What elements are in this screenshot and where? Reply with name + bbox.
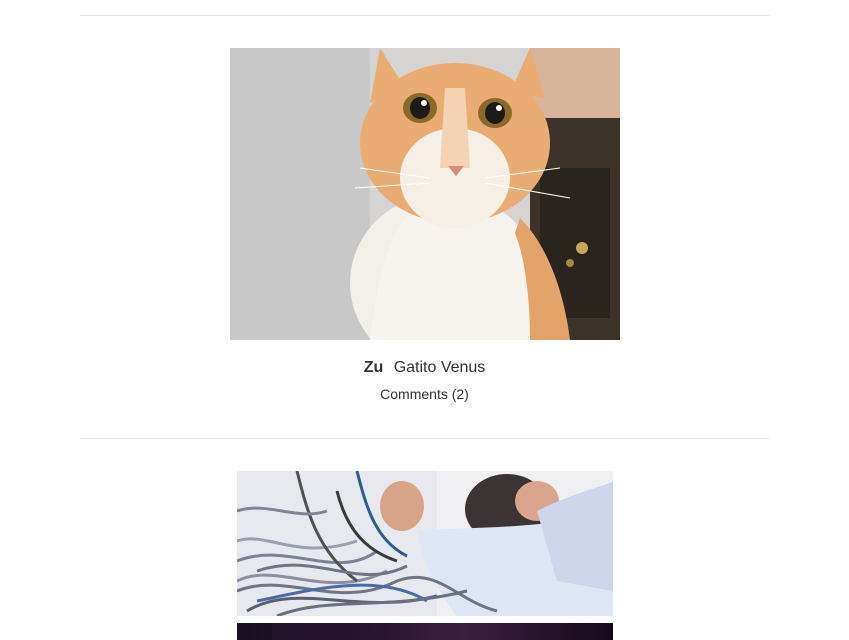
- post-title[interactable]: Gatito Venus: [394, 359, 486, 376]
- post-comments: Comments (2): [0, 384, 849, 404]
- post-divider: [80, 15, 770, 16]
- post-author[interactable]: Zu: [364, 359, 384, 376]
- cables-photo-art: [237, 471, 613, 616]
- post-image[interactable]: [237, 471, 613, 616]
- post-image[interactable]: [230, 48, 620, 340]
- comments-link[interactable]: Comments (2): [380, 386, 469, 402]
- post-divider: [80, 438, 770, 439]
- cat-photo-art: [230, 48, 620, 340]
- post-image[interactable]: [237, 623, 613, 640]
- post-caption: Zu Gatito Venus: [0, 357, 849, 379]
